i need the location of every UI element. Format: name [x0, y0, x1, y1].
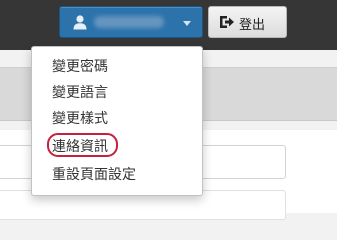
- menu-item-change-password[interactable]: 變更密碼: [32, 57, 202, 79]
- user-dropdown-menu: 變更密碼 變更語言 變更樣式 連絡資訊 重設頁面設定: [31, 46, 203, 196]
- top-navbar: 登出: [0, 0, 337, 50]
- menu-item-contact-info[interactable]: 連絡資訊: [32, 133, 202, 159]
- menu-item-label: 重設頁面設定: [52, 167, 136, 183]
- menu-item-label: 變更密碼: [52, 59, 108, 75]
- sign-out-icon: [220, 16, 234, 28]
- menu-item-reset-page-settings[interactable]: 重設頁面設定: [32, 165, 202, 187]
- logout-button[interactable]: 登出: [208, 6, 287, 38]
- menu-item-label: 變更語言: [52, 85, 108, 101]
- username-blurred: [94, 16, 164, 28]
- logout-label: 登出: [239, 18, 266, 33]
- menu-item-change-language[interactable]: 變更語言: [32, 83, 202, 105]
- user-icon: [73, 15, 87, 30]
- menu-item-label: 連絡資訊: [52, 139, 108, 155]
- user-menu-button[interactable]: [59, 6, 203, 38]
- menu-item-label: 變更樣式: [52, 111, 108, 127]
- caret-down-icon: [183, 21, 191, 26]
- menu-item-change-style[interactable]: 變更樣式: [32, 109, 202, 131]
